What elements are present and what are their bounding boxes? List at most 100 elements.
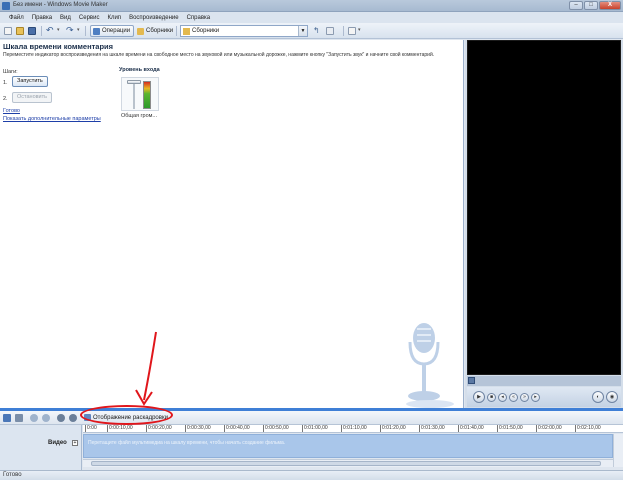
folder-icon (183, 27, 190, 35)
done-link[interactable]: Готово (3, 108, 20, 114)
app-icon (2, 2, 10, 10)
input-level-area (121, 77, 159, 111)
storyboard-icon (84, 414, 91, 421)
timeline-toolbar: Отображение раскадровки (0, 411, 623, 425)
menu-clip[interactable]: Клип (107, 15, 121, 21)
title-bar: Без имени - Windows Movie Maker – □ X (0, 0, 623, 12)
seek-thumb[interactable] (468, 377, 475, 384)
menu-help[interactable]: Справка (187, 15, 211, 21)
operations-icon (93, 27, 100, 35)
ruler-tick: 0:01:20,00 (380, 425, 406, 432)
undo-icon[interactable]: ↶ (46, 25, 54, 35)
play-timeline-icon[interactable] (69, 414, 77, 422)
menu-edit[interactable]: Правка (32, 15, 52, 21)
zoom-in-icon[interactable] (30, 414, 38, 422)
ruler-tick: 0:00:40,00 (224, 425, 250, 432)
split-clip-icon[interactable]: ◐ (592, 391, 604, 403)
volume-slider-thumb[interactable] (127, 80, 141, 84)
play-icon[interactable]: ▶ (473, 391, 485, 403)
menu-view[interactable]: Вид (60, 15, 71, 21)
pane-title: Шкала времени комментария (3, 42, 114, 51)
timeline-horizontal-scrollbar[interactable] (83, 459, 613, 467)
views-dropdown-icon[interactable]: ▾ (358, 27, 361, 37)
show-storyboard-label: Отображение раскадровки (93, 414, 168, 421)
audio-levels-icon[interactable] (3, 414, 11, 422)
scroll-thumb[interactable] (91, 461, 601, 466)
new-folder-icon[interactable] (326, 27, 334, 35)
redo-dropdown-icon[interactable]: ▾ (77, 27, 80, 37)
take-picture-icon[interactable]: ◉ (606, 391, 618, 403)
menu-tools[interactable]: Сервис (79, 15, 100, 21)
redo-icon[interactable]: ↷ (66, 25, 74, 35)
preview-monitor: ▶ ■ ◂ « » ▸ ◐ ◉ (465, 40, 623, 408)
maximize-button[interactable]: □ (584, 1, 598, 10)
seek-bar[interactable] (467, 376, 621, 386)
input-level-meter (143, 81, 151, 109)
zoom-out-icon[interactable] (42, 414, 50, 422)
chevron-down-icon[interactable]: ▼ (298, 26, 307, 36)
menu-file[interactable]: Файл (9, 15, 24, 21)
ruler-tick: 0:00:10,00 (107, 425, 133, 432)
ruler-tick: 0:00:20,00 (146, 425, 172, 432)
timeline-vertical-scrollbar[interactable] (613, 434, 623, 467)
ruler-tick: 0:02:00,00 (536, 425, 562, 432)
menu-playback[interactable]: Воспроизведение (129, 15, 179, 21)
window-controls: – □ X (569, 1, 621, 11)
stop-icon[interactable]: ■ (487, 393, 496, 402)
collections-combo-value: Сборники (192, 28, 220, 34)
steps-label: Шаги: (3, 69, 18, 75)
volume-label: Общая гром... (121, 113, 158, 119)
rewind-timeline-icon[interactable] (57, 414, 65, 422)
step-2-number: 2. (3, 96, 8, 102)
collections-button[interactable]: Сборники (134, 25, 177, 37)
ruler-tick: 0:01:10,00 (341, 425, 367, 432)
show-storyboard-button[interactable]: Отображение раскадровки (82, 412, 170, 423)
expand-track-icon[interactable]: + (72, 440, 78, 446)
views-icon[interactable] (348, 27, 356, 35)
undo-dropdown-icon[interactable]: ▾ (57, 27, 60, 37)
timeline-ruler[interactable]: 0:00 0:00:10,00 0:00:20,00 0:00:30,00 0:… (83, 425, 623, 433)
pane-description: Переместите индикатор воспроизведения на… (3, 52, 435, 58)
video-track-label: Видео (48, 440, 67, 446)
status-text: Готово (3, 472, 22, 478)
up-level-icon[interactable]: ↰ (313, 26, 320, 36)
close-button[interactable]: X (599, 1, 621, 10)
window-title: Без имени - Windows Movie Maker (13, 2, 108, 8)
start-narration-button[interactable]: Запустить (12, 76, 48, 87)
menu-bar: Файл Правка Вид Сервис Клип Воспроизведе… (0, 12, 623, 23)
toolbar-separator (343, 26, 344, 36)
next-frame-icon[interactable]: ▸ (531, 393, 540, 402)
minimize-button[interactable]: – (569, 1, 583, 10)
preview-screen (467, 40, 621, 375)
video-track-hint: Перетащите файл мультимедиа на шкалу вре… (88, 440, 286, 446)
collections-combo[interactable]: Сборники ▼ (180, 25, 308, 37)
operations-button[interactable]: Операции (90, 25, 135, 37)
save-project-icon[interactable] (28, 27, 36, 35)
task-pane: Шкала времени комментария Переместите ин… (0, 40, 464, 408)
timeline-track-headers: Видео + (0, 425, 82, 470)
rewind-icon[interactable]: « (509, 393, 518, 402)
ruler-tick: 0:00 (85, 425, 97, 432)
ruler-tick: 0:02:10,00 (575, 425, 601, 432)
ruler-tick: 0:01:30,00 (419, 425, 445, 432)
ruler-tick: 0:01:40,00 (458, 425, 484, 432)
ruler-tick: 0:01:50,00 (497, 425, 523, 432)
collections-icon (137, 27, 144, 35)
new-project-icon[interactable] (4, 27, 12, 35)
stop-narration-button[interactable]: Остановить (12, 92, 53, 103)
narrate-timeline-icon[interactable] (15, 414, 23, 422)
ruler-tick: 0:00:50,00 (263, 425, 289, 432)
step-1-number: 1. (3, 80, 8, 86)
toolbar-separator (41, 26, 42, 36)
collections-label: Сборники (146, 28, 174, 34)
open-project-icon[interactable] (16, 27, 24, 35)
ruler-tick: 0:01:00,00 (302, 425, 328, 432)
previous-frame-icon[interactable]: ◂ (498, 393, 507, 402)
volume-slider-track (133, 81, 135, 109)
toolbar-separator (85, 26, 86, 36)
status-bar: Готово (0, 470, 623, 480)
video-track[interactable]: Перетащите файл мультимедиа на шкалу вре… (83, 434, 613, 458)
operations-label: Операции (102, 28, 131, 34)
fast-forward-icon[interactable]: » (520, 393, 529, 402)
show-more-options-link[interactable]: Показать дополнительные параметры (3, 116, 101, 122)
